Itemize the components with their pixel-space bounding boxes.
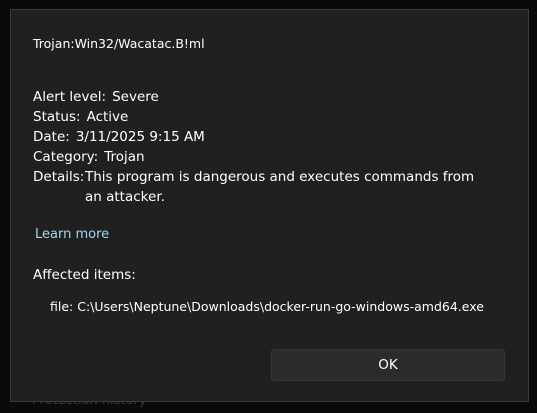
date-label: Date: [33,129,70,145]
threat-details-block: Alert level: Severe Status: Active Date:… [33,87,513,207]
details-label: Details: [33,169,85,185]
threat-details-dialog: Trojan:Win32/Wacatac.B!ml Alert level: S… [10,9,529,402]
status-label: Status: [33,109,81,125]
category-label: Category: [33,149,99,165]
details-row: Details: This program is dangerous and e… [33,167,513,207]
learn-more-link[interactable]: Learn more [35,227,109,242]
category-row: Category: Trojan [33,147,513,167]
category-value: Trojan [104,149,145,165]
date-row: Date: 3/11/2025 9:15 AM [33,127,513,147]
alert-level-value: Severe [112,89,159,105]
threat-name-title: Trojan:Win32/Wacatac.B!ml [33,36,205,51]
date-value: 3/11/2025 9:15 AM [75,129,205,145]
status-value: Active [86,109,129,125]
affected-item-file-path: file: C:\Users\Neptune\Downloads\docker-… [50,299,484,314]
status-row: Status: Active [33,107,513,127]
ok-button-label: OK [378,357,398,373]
alert-level-row: Alert level: Severe [33,87,513,107]
alert-level-label: Alert level: [33,89,107,105]
affected-items-label: Affected items: [33,267,136,283]
details-value: This program is dangerous and executes c… [85,169,475,205]
ok-button[interactable]: OK [271,349,505,381]
